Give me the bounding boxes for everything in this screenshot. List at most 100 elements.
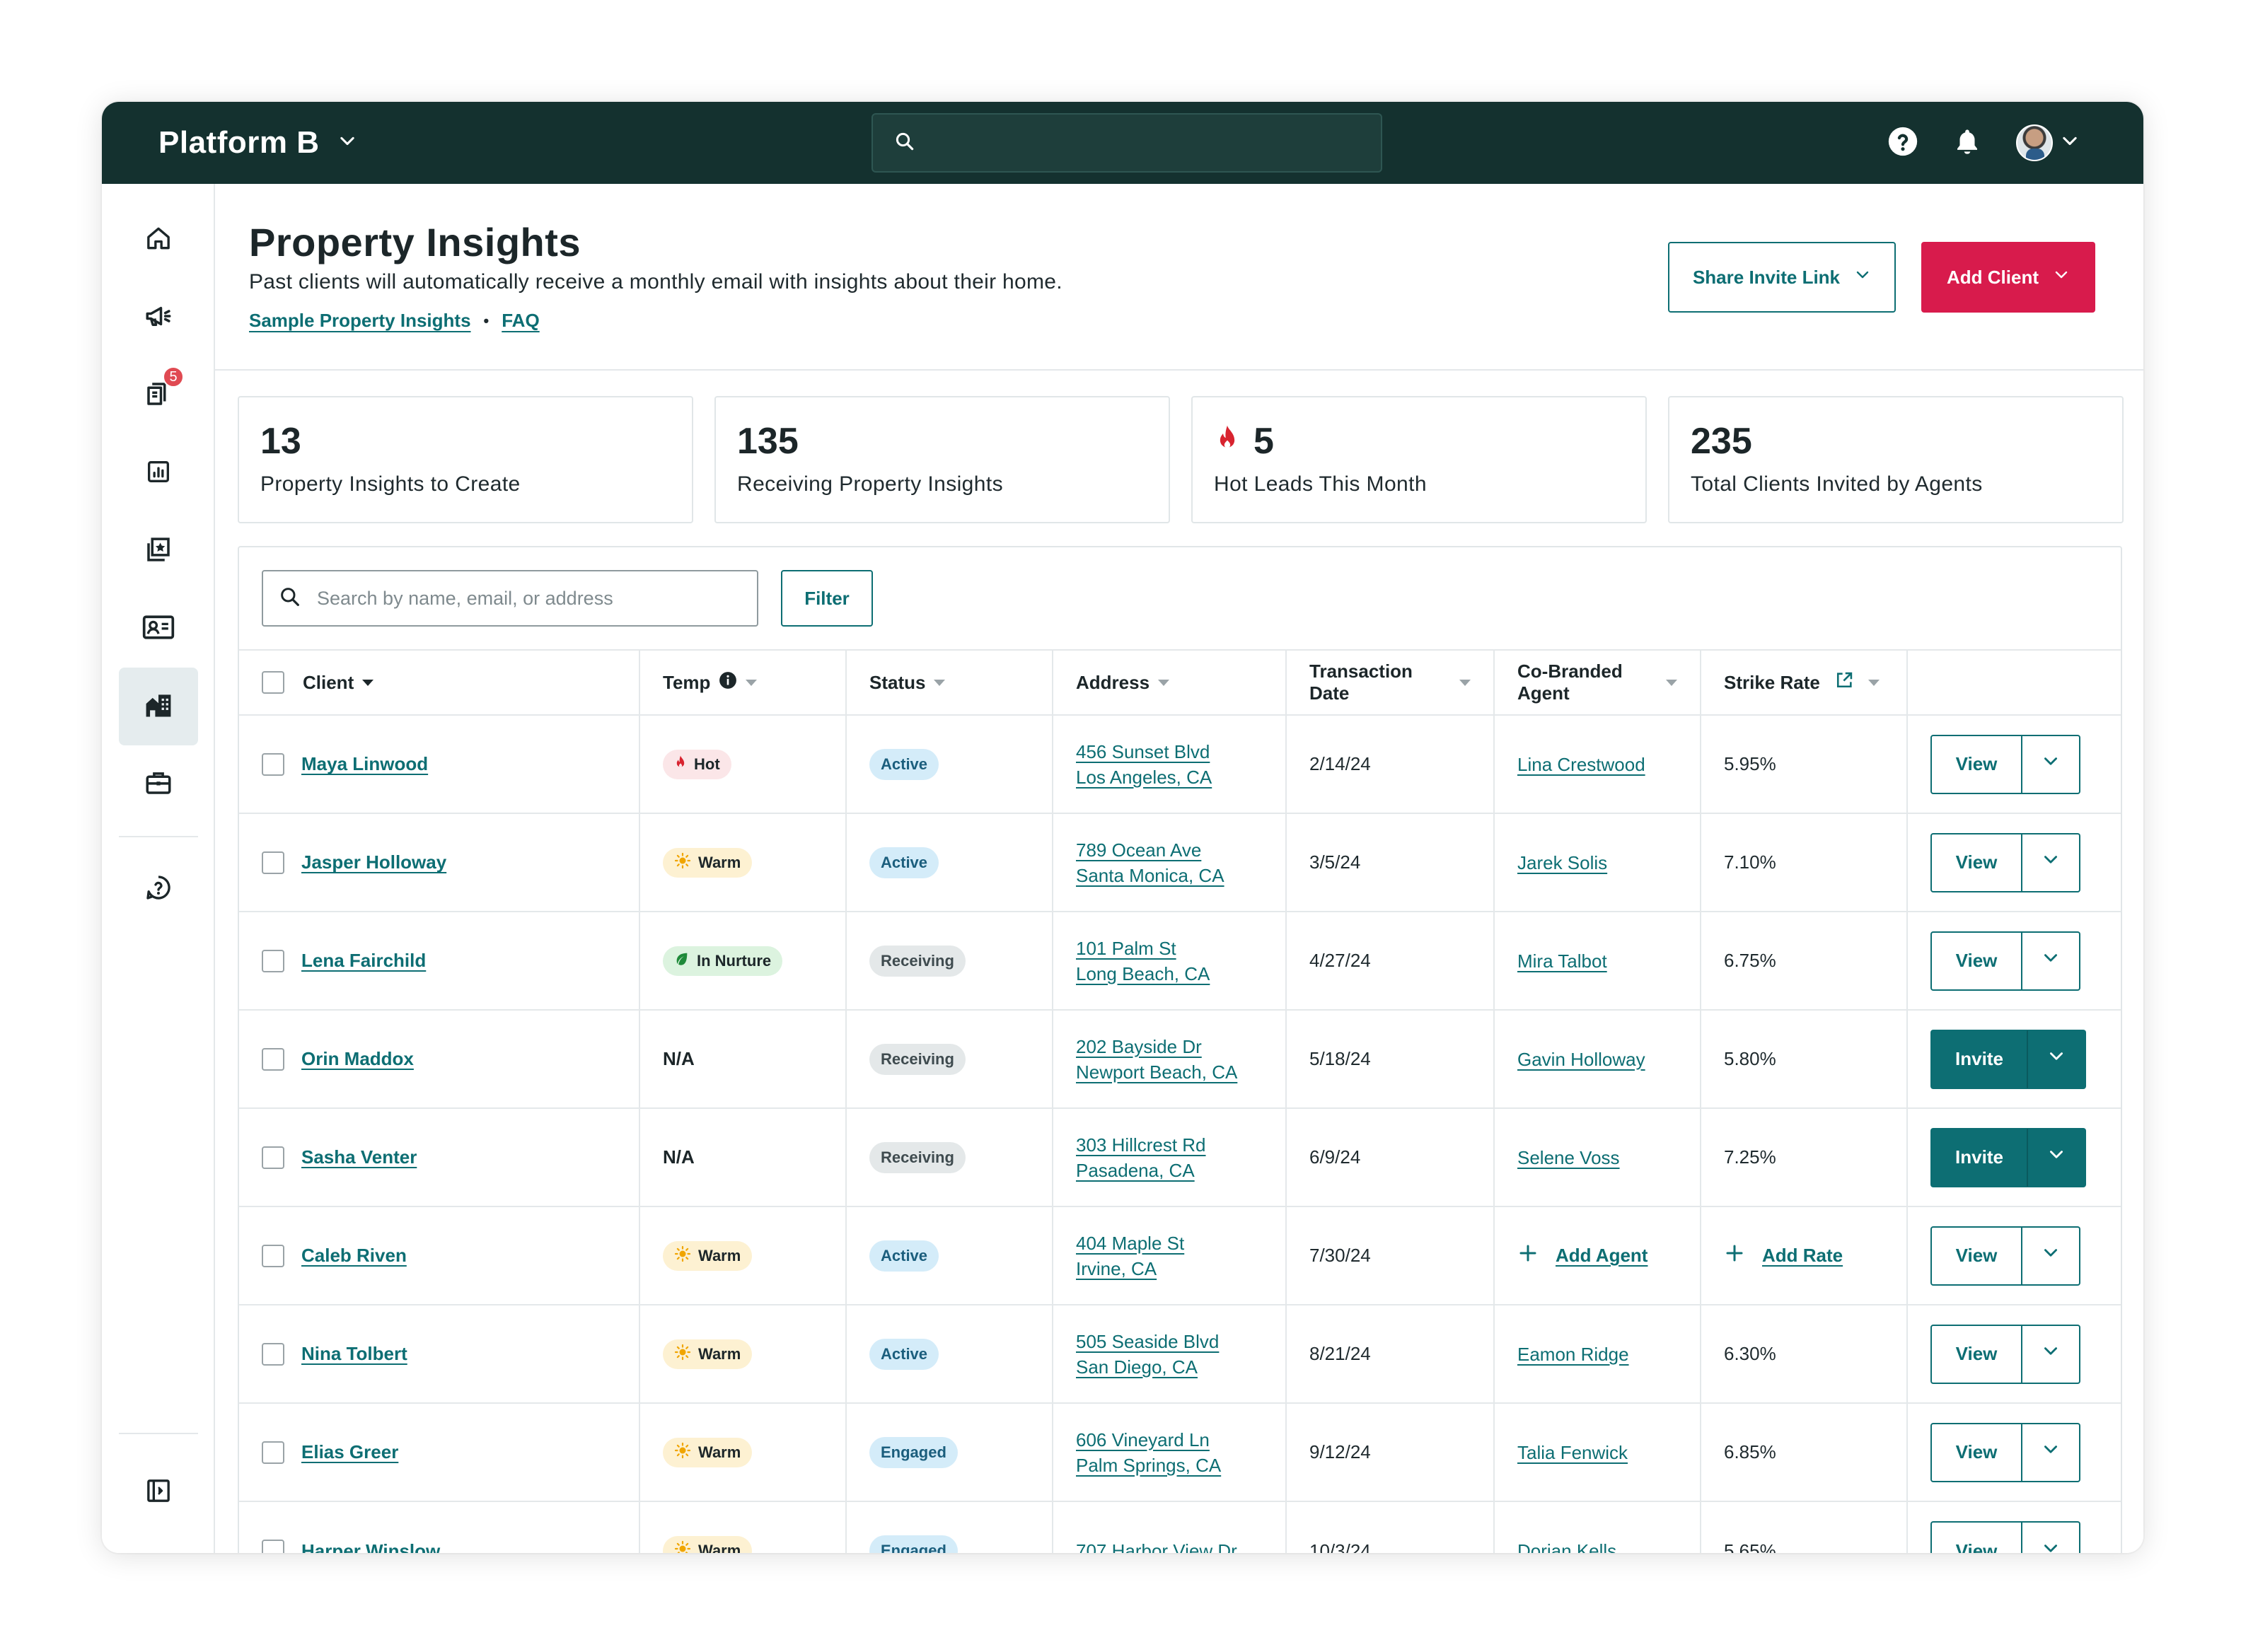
sidebar-item-help[interactable] [119,850,198,928]
user-menu[interactable] [2016,124,2080,161]
invite-button[interactable]: Invite [1930,1127,2028,1187]
sidebar-item-property-insights[interactable] [119,668,198,745]
agent-link[interactable]: Jarek Solis [1517,852,1607,873]
address-line-2[interactable]: Palm Springs, CA [1076,1453,1263,1478]
sidebar-item-documents[interactable]: 5 [119,356,198,434]
agent-link[interactable]: Dorian Kells [1517,1540,1616,1553]
sidebar-item-reports[interactable] [119,434,198,512]
row-checkbox[interactable] [262,851,284,874]
address-line-2[interactable]: Santa Monica, CA [1076,863,1263,888]
address-line-2[interactable]: Irvine, CA [1076,1256,1263,1281]
agent-link[interactable]: Lina Crestwood [1517,754,1645,775]
select-all-checkbox[interactable] [262,671,284,694]
column-header-temp[interactable]: Temp [639,649,847,715]
platform-switcher[interactable]: Platform B [158,102,357,184]
add-agent-link[interactable]: Add Agent [1517,1243,1648,1269]
sidebar-collapse[interactable] [119,1457,198,1528]
address-line-2[interactable]: San Diego, CA [1076,1354,1263,1380]
client-name-link[interactable]: Lena Fairchild [301,950,426,972]
global-search-input[interactable] [930,131,1354,155]
row-checkbox[interactable] [262,1540,284,1553]
info-icon[interactable] [719,671,737,694]
agent-link[interactable]: Talia Fenwick [1517,1442,1628,1463]
client-name-link[interactable]: Elias Greer [301,1441,398,1463]
address-line-1[interactable]: 606 Vineyard Ln [1076,1427,1263,1453]
agent-link[interactable]: Mira Talbot [1517,950,1607,972]
row-checkbox[interactable] [262,1146,284,1169]
address-line-2[interactable]: Long Beach, CA [1076,961,1263,987]
sidebar-item-contacts[interactable] [119,590,198,668]
column-header-status[interactable]: Status [846,649,1053,715]
sidebar-item-favorites[interactable] [119,512,198,590]
client-name-link[interactable]: Nina Tolbert [301,1343,407,1365]
view-button[interactable]: View [1930,734,2022,794]
sidebar-item-marketing[interactable] [119,279,198,356]
row-checkbox[interactable] [262,1441,284,1464]
stat-number: 13 [260,421,301,462]
column-header-client[interactable]: Client [239,649,640,715]
invite-button[interactable]: Invite [1930,1029,2028,1089]
global-search[interactable] [872,113,1382,173]
address-line-1[interactable]: 707 Harbor View Dr [1076,1538,1263,1553]
address-line-2[interactable]: Pasadena, CA [1076,1158,1263,1183]
row-action-dropdown[interactable] [2028,1127,2086,1187]
bell-icon[interactable] [1952,127,1982,160]
row-action-dropdown[interactable] [2022,832,2080,892]
client-name-link[interactable]: Jasper Holloway [301,851,446,873]
sample-property-insights-link[interactable]: Sample Property Insights [249,310,471,332]
help-icon[interactable] [1887,126,1918,161]
address-line-1[interactable]: 404 Maple St [1076,1231,1263,1256]
table-search-input[interactable] [317,587,727,610]
row-checkbox[interactable] [262,949,284,972]
add-client-button[interactable]: Add Client [1921,242,2095,313]
filter-button[interactable]: Filter [781,570,873,627]
row-action-dropdown[interactable] [2022,1521,2080,1553]
address-line-1[interactable]: 202 Bayside Dr [1076,1034,1263,1059]
column-header-strike-rate[interactable]: Strike Rate [1701,649,1908,715]
view-button[interactable]: View [1930,832,2022,892]
add-rate-link[interactable]: Add Rate [1724,1243,1843,1269]
row-checkbox[interactable] [262,1244,284,1267]
strike-rate-value: 6.75% [1724,950,1776,971]
address-line-1[interactable]: 789 Ocean Ave [1076,837,1263,863]
view-button[interactable]: View [1930,931,2022,991]
transaction-date: 2/14/24 [1309,753,1371,774]
agent-link[interactable]: Eamon Ridge [1517,1344,1629,1365]
address-line-1[interactable]: 303 Hillcrest Rd [1076,1132,1263,1158]
sidebar-item-briefcase[interactable] [119,745,198,823]
client-name-link[interactable]: Sasha Venter [301,1146,417,1168]
row-checkbox[interactable] [262,1047,284,1071]
faq-link[interactable]: FAQ [502,310,539,332]
agent-link[interactable]: Selene Voss [1517,1147,1620,1168]
row-action-dropdown[interactable] [2022,734,2080,794]
address-line-2[interactable]: Los Angeles, CA [1076,764,1263,790]
view-button[interactable]: View [1930,1324,2022,1384]
address-line-1[interactable]: 456 Sunset Blvd [1076,739,1263,764]
sidebar-item-home[interactable] [119,201,198,279]
agent-link[interactable]: Gavin Holloway [1517,1049,1645,1070]
row-action-dropdown[interactable] [2022,1422,2080,1482]
external-link-icon[interactable] [1834,670,1854,695]
address-line-1[interactable]: 101 Palm St [1076,936,1263,961]
view-button[interactable]: View [1930,1521,2022,1553]
share-invite-link-button[interactable]: Share Invite Link [1668,242,1896,313]
row-action-dropdown[interactable] [2022,931,2080,991]
address-line-1[interactable]: 505 Seaside Blvd [1076,1329,1263,1354]
address-line-2[interactable]: Newport Beach, CA [1076,1059,1263,1085]
column-header-transaction-date[interactable]: Transaction Date [1286,649,1495,715]
row-action-dropdown[interactable] [2028,1029,2086,1089]
client-name-link[interactable]: Harper Winslow [301,1540,440,1554]
column-header-co-branded-agent[interactable]: Co-Branded Agent [1494,649,1701,715]
column-header-address[interactable]: Address [1053,649,1287,715]
table-search[interactable] [262,570,758,627]
row-action-dropdown[interactable] [2022,1226,2080,1286]
client-name-link[interactable]: Maya Linwood [301,753,428,775]
client-name-link[interactable]: Orin Maddox [301,1048,414,1070]
view-button[interactable]: View [1930,1226,2022,1286]
view-button[interactable]: View [1930,1422,2022,1482]
row-checkbox[interactable] [262,1342,284,1366]
row-action-dropdown[interactable] [2022,1324,2080,1384]
column-label: Transaction Date [1309,661,1413,704]
row-checkbox[interactable] [262,752,284,776]
client-name-link[interactable]: Caleb Riven [301,1245,407,1267]
